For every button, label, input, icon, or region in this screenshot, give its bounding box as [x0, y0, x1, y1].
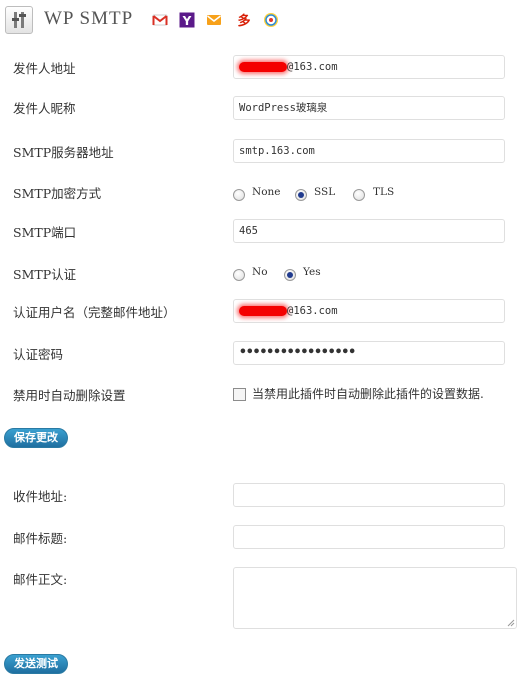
test-subject-input[interactable]	[233, 525, 505, 549]
username-input[interactable]: @163.com	[233, 299, 505, 323]
delete-settings-description: 当禁用此插件时自动删除此插件的设置数据.	[252, 387, 484, 401]
resize-grip-icon[interactable]	[507, 619, 515, 627]
auth-yes-label: Yes	[303, 266, 321, 278]
password-label: 认证密码	[13, 347, 64, 362]
port-input[interactable]: 465	[233, 219, 505, 243]
smtp-host-input[interactable]: smtp.163.com	[233, 139, 505, 163]
port-label: SMTP端口	[13, 225, 77, 240]
test-subject-label: 邮件标题:	[13, 531, 68, 546]
page-title: WP SMTP	[44, 8, 134, 29]
send-test-button[interactable]: 发送测试	[4, 654, 68, 674]
smtp-host-label: SMTP服务器地址	[13, 145, 114, 160]
password-input[interactable]: •••••••••••••••••	[233, 341, 505, 365]
redacted-mark	[239, 306, 287, 316]
encryption-none-label: None	[252, 186, 281, 198]
encryption-label: SMTP加密方式	[13, 186, 102, 201]
username-label: 认证用户名（完整邮件地址）	[13, 305, 176, 320]
gmail-icon[interactable]	[152, 12, 168, 28]
auth-label: SMTP认证	[13, 267, 77, 282]
auth-no-label: No	[252, 266, 268, 278]
auth-yes-radio[interactable]	[284, 269, 296, 281]
test-to-label: 收件地址:	[13, 489, 68, 504]
encryption-ssl-radio[interactable]	[295, 189, 307, 201]
encryption-tls-label: TLS	[373, 186, 395, 198]
svg-text:Y: Y	[182, 14, 192, 28]
encryption-none-radio[interactable]	[233, 189, 245, 201]
from-address-label: 发件人地址	[13, 61, 76, 76]
save-changes-button[interactable]: 保存更改	[4, 428, 68, 448]
delete-settings-label: 禁用时自动删除设置	[13, 388, 126, 403]
encryption-ssl-label: SSL	[314, 186, 336, 198]
svg-text:多: 多	[237, 13, 250, 28]
delete-settings-checkbox[interactable]	[233, 388, 246, 401]
163-mail-icon[interactable]: 多	[236, 12, 252, 28]
encryption-tls-radio[interactable]	[353, 189, 365, 201]
sina-weibo-icon[interactable]	[263, 12, 279, 28]
from-address-input[interactable]: @163.com	[233, 55, 505, 79]
test-body-textarea[interactable]	[233, 567, 517, 629]
auth-no-radio[interactable]	[233, 269, 245, 281]
from-name-label: 发件人昵称	[13, 101, 76, 116]
yahoo-icon[interactable]: Y	[179, 12, 195, 28]
test-to-input[interactable]	[233, 483, 505, 507]
mail-envelope-icon[interactable]	[206, 12, 222, 28]
test-body-label: 邮件正文:	[13, 572, 68, 587]
from-name-input[interactable]: WordPress玻璃泉	[233, 96, 505, 120]
plugin-settings-icon	[5, 6, 33, 34]
redacted-mark	[239, 62, 287, 72]
